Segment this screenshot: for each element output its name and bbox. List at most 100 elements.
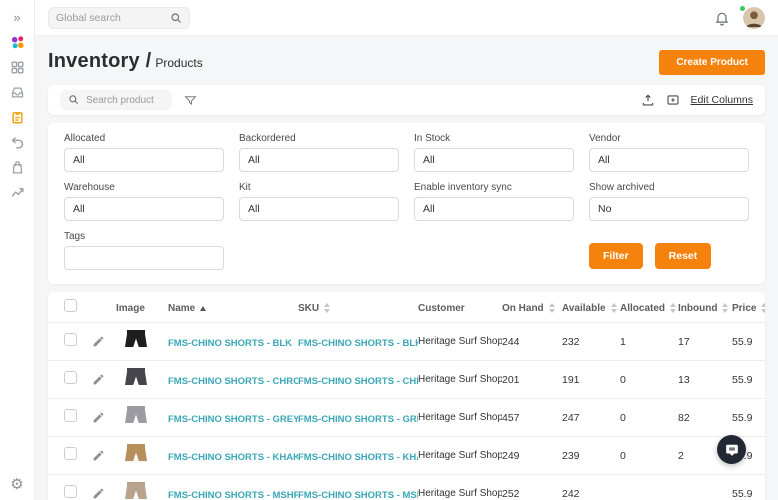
- inventory-sync-select[interactable]: All: [414, 197, 574, 221]
- price-cell: 55.9: [732, 336, 765, 348]
- tags-input[interactable]: [64, 246, 224, 270]
- filter-field-tags: Tags: [64, 231, 224, 270]
- edit-pencil-icon[interactable]: [92, 373, 116, 386]
- kit-select[interactable]: All: [239, 197, 399, 221]
- orders-bag-icon[interactable]: [9, 159, 25, 175]
- show-archived-select[interactable]: No: [589, 197, 749, 221]
- on-hand-cell: 457: [502, 412, 562, 424]
- available-cell: 191: [562, 374, 620, 386]
- product-name-link[interactable]: FMS-CHINO SHORTS - KHAKI: [168, 452, 298, 463]
- chat-launcher-button[interactable]: [717, 435, 746, 464]
- inbound-cell: 82: [678, 412, 732, 424]
- edit-pencil-icon[interactable]: [92, 411, 116, 424]
- filter-field-kit: Kit All: [239, 182, 399, 221]
- filter-field-vendor: Vendor All: [589, 133, 749, 172]
- in-stock-select[interactable]: All: [414, 148, 574, 172]
- filters-panel: Allocated All Backordered All In Stock A…: [48, 123, 765, 284]
- price-cell: 55.9: [732, 374, 765, 386]
- column-header-name[interactable]: Name: [168, 303, 298, 314]
- column-header-price[interactable]: Price: [732, 303, 765, 314]
- product-search[interactable]: [60, 90, 172, 110]
- filter-button[interactable]: Filter: [589, 243, 643, 269]
- table-header-row: Image Name SKU Customer On Hand Availabl…: [48, 294, 765, 322]
- filter-field-inventory-sync: Enable inventory sync All: [414, 182, 574, 221]
- edit-pencil-icon[interactable]: [92, 449, 116, 462]
- vendor-select[interactable]: All: [589, 148, 749, 172]
- allocated-cell: 0: [620, 374, 678, 386]
- product-sku-link[interactable]: FMS-CHINO SHORTS - KHAKI: [298, 452, 418, 463]
- global-search[interactable]: [48, 7, 190, 29]
- customer-cell: Heritage Surf Shop: [418, 374, 502, 385]
- notifications-bell-icon[interactable]: [714, 10, 730, 26]
- settings-gear-icon[interactable]: ⚙: [9, 476, 25, 492]
- warehouse-select[interactable]: All: [64, 197, 224, 221]
- row-checkbox[interactable]: [64, 447, 77, 460]
- dashboard-grid-icon[interactable]: [9, 59, 25, 75]
- filter-funnel-icon[interactable]: [184, 94, 197, 107]
- user-avatar[interactable]: [743, 7, 765, 29]
- global-search-input[interactable]: [56, 12, 164, 24]
- product-thumbnail: [124, 367, 148, 387]
- edit-columns-link[interactable]: Edit Columns: [691, 94, 753, 106]
- field-label: Show archived: [589, 182, 749, 193]
- export-icon[interactable]: [641, 93, 655, 107]
- on-hand-cell: 244: [502, 336, 562, 348]
- product-thumbnail: [124, 443, 148, 463]
- allocated-cell: 0: [620, 412, 678, 424]
- breadcrumb: Products: [155, 56, 202, 70]
- customer-cell: Heritage Surf Shop: [418, 336, 502, 347]
- reports-chart-icon[interactable]: [9, 184, 25, 200]
- add-column-icon[interactable]: [666, 93, 680, 107]
- app-logo-icon[interactable]: [9, 34, 25, 50]
- field-label: Tags: [64, 231, 224, 242]
- row-checkbox[interactable]: [64, 409, 77, 422]
- available-cell: 232: [562, 336, 620, 348]
- field-label: Allocated: [64, 133, 224, 144]
- page-header: Inventory / Products Create Product: [48, 50, 765, 75]
- product-name-link[interactable]: FMS-CHINO SHORTS - BLK: [168, 338, 292, 349]
- product-name-link[interactable]: FMS-CHINO SHORTS - MSHRM: [168, 490, 298, 500]
- select-all-checkbox[interactable]: [64, 299, 77, 312]
- inventory-icon[interactable]: [9, 109, 25, 125]
- product-thumbnail: [124, 481, 148, 500]
- allocated-select[interactable]: All: [64, 148, 224, 172]
- sort-icon: [324, 303, 330, 313]
- edit-pencil-icon[interactable]: [92, 487, 116, 500]
- product-sku-link[interactable]: FMS-CHINO SHORTS - BLK: [298, 338, 418, 349]
- product-sku-link[interactable]: FMS-CHINO SHORTS - GREY: [298, 414, 418, 425]
- column-header-customer: Customer: [418, 303, 502, 314]
- field-label: Warehouse: [64, 182, 224, 193]
- row-checkbox[interactable]: [64, 333, 77, 346]
- expand-sidebar-icon[interactable]: »: [9, 9, 25, 25]
- sort-icon: [761, 303, 765, 313]
- column-header-available[interactable]: Available: [562, 303, 620, 314]
- filter-field-backordered: Backordered All: [239, 133, 399, 172]
- allocated-cell: 0: [620, 450, 678, 462]
- table-row: FMS-CHINO SHORTS - GREY FMS-CHINO SHORTS…: [48, 398, 765, 436]
- inbox-icon[interactable]: [9, 84, 25, 100]
- product-sku-link[interactable]: FMS-CHINO SHORTS - MSHRM: [298, 490, 418, 500]
- inbound-cell: 17: [678, 336, 732, 348]
- backordered-select[interactable]: All: [239, 148, 399, 172]
- edit-pencil-icon[interactable]: [92, 335, 116, 348]
- reset-button[interactable]: Reset: [655, 243, 712, 269]
- returns-icon[interactable]: [9, 134, 25, 150]
- sort-asc-icon: [200, 306, 206, 311]
- create-product-button[interactable]: Create Product: [659, 50, 765, 75]
- product-search-input[interactable]: [86, 95, 164, 106]
- table-row: FMS-CHINO SHORTS - CHRCL FMS-CHINO SHORT…: [48, 360, 765, 398]
- column-header-inbound[interactable]: Inbound: [678, 303, 732, 314]
- search-icon: [68, 94, 80, 106]
- column-header-on-hand[interactable]: On Hand: [502, 303, 562, 314]
- search-icon: [170, 12, 182, 24]
- row-checkbox[interactable]: [64, 371, 77, 384]
- product-thumbnail: [124, 405, 148, 425]
- column-header-sku[interactable]: SKU: [298, 303, 418, 314]
- topbar-actions: [714, 7, 765, 29]
- product-name-link[interactable]: FMS-CHINO SHORTS - GREY: [168, 414, 298, 425]
- product-name-link[interactable]: FMS-CHINO SHORTS - CHRCL: [168, 376, 298, 387]
- column-header-allocated[interactable]: Allocated: [620, 303, 678, 314]
- sort-icon: [611, 303, 617, 313]
- row-checkbox[interactable]: [64, 485, 77, 498]
- product-sku-link[interactable]: FMS-CHINO SHORTS - CHRCL: [298, 376, 418, 387]
